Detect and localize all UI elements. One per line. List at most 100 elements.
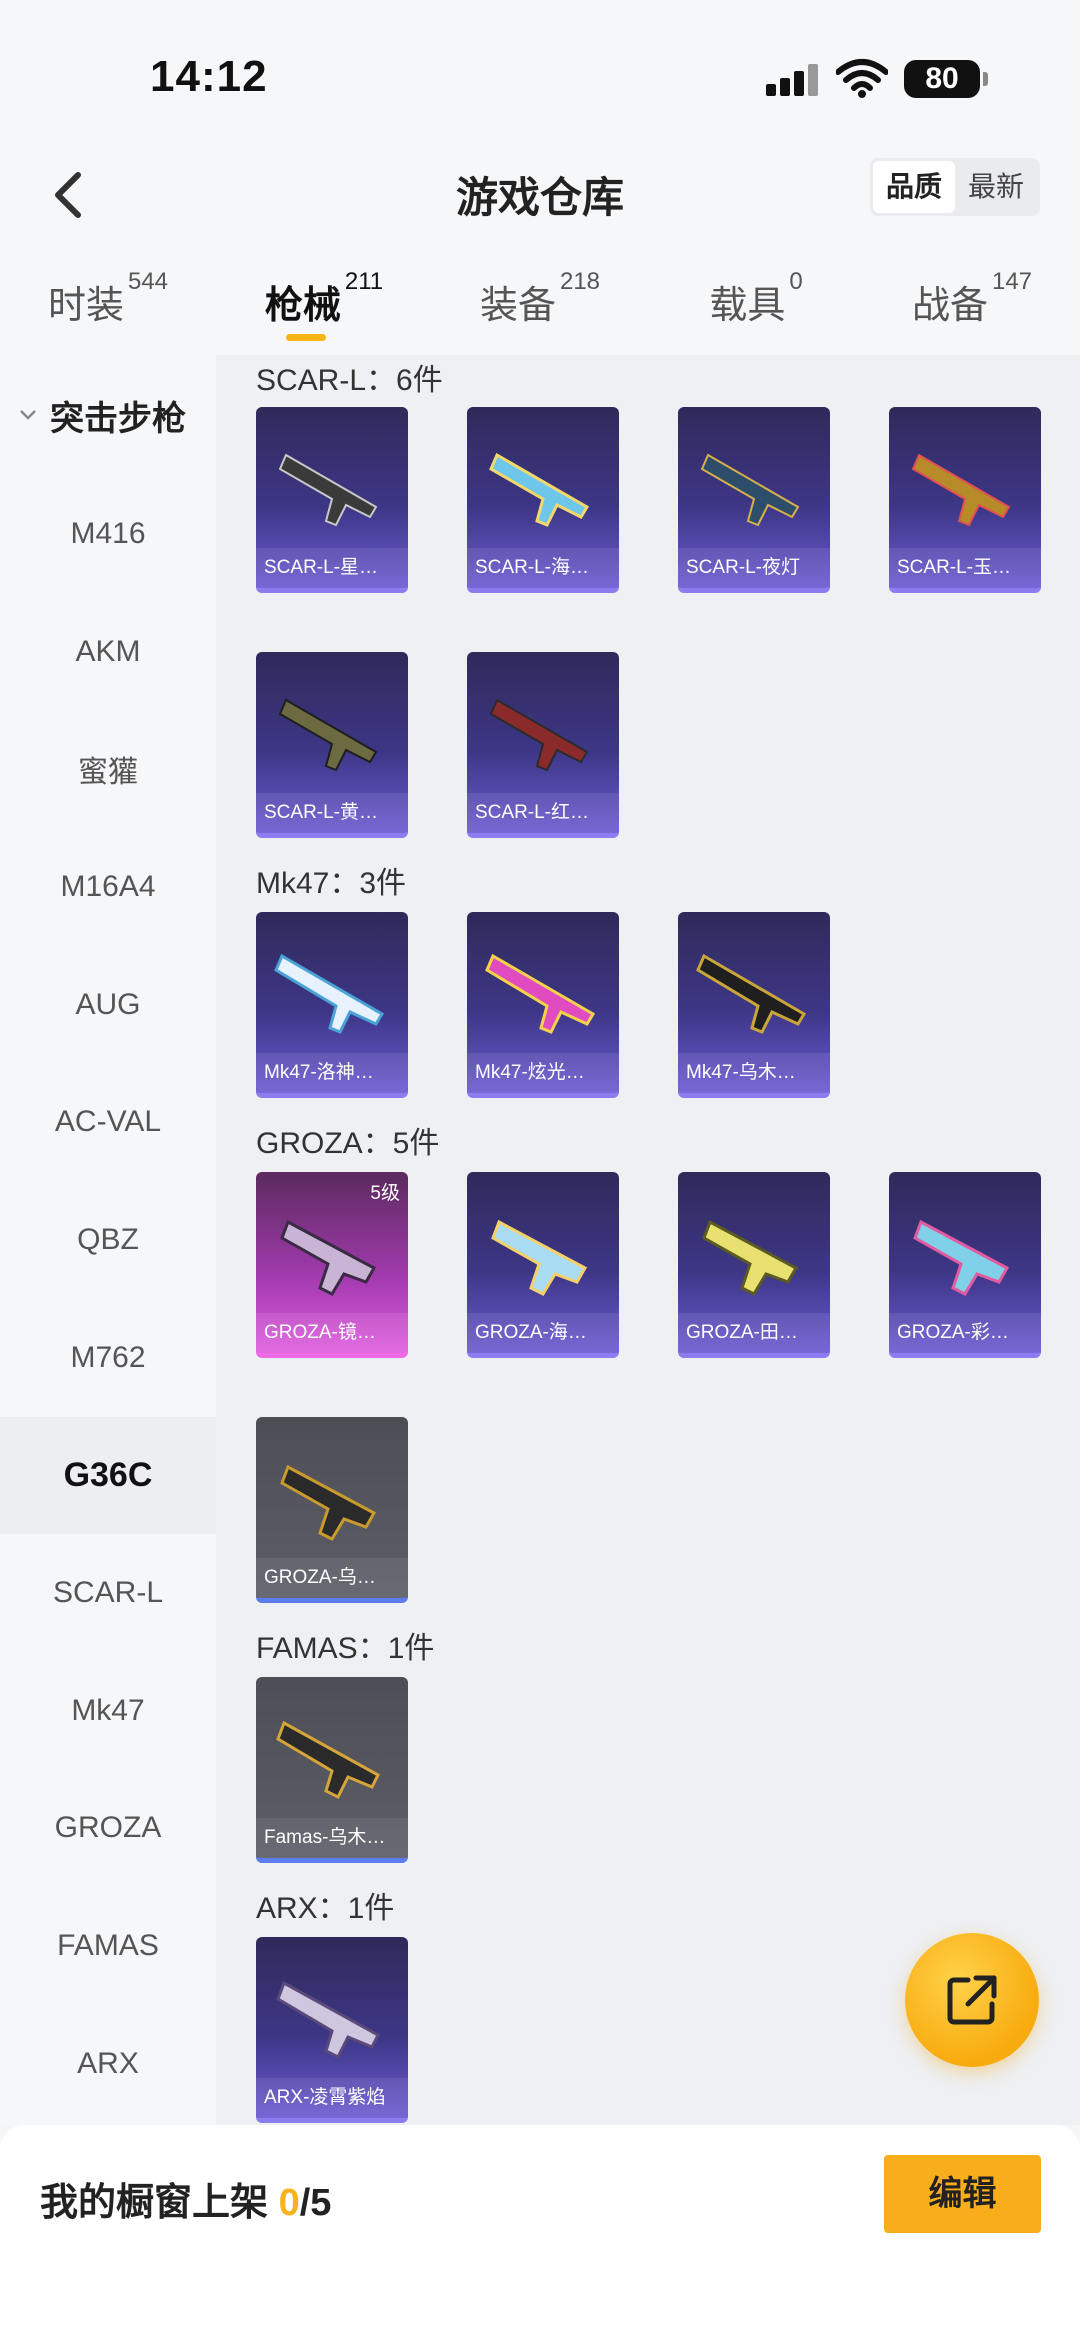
weapon-sidebar: 突击步枪 M416 AKM 蜜獾 M16A4 AUG AC-VAL QBZ M7… — [0, 355, 216, 2125]
sidebar-item-honey-badger[interactable]: 蜜獾 — [0, 710, 216, 828]
sidebar-item-m16a4[interactable]: M16A4 — [0, 828, 216, 946]
header: 游戏仓库 品质 最新 — [0, 140, 1080, 250]
bottom-bar: 我的橱窗上架 0/5 编辑 — [0, 2125, 1080, 2347]
item-card[interactable]: Mk47-炫光… — [467, 912, 619, 1098]
rifle-icon — [280, 1219, 377, 1296]
battery-level: 80 — [925, 62, 959, 95]
item-card-label: SCAR-L-黄… — [256, 793, 408, 833]
rifle-icon — [489, 452, 590, 527]
status-time: 14:12 — [150, 52, 268, 101]
item-card[interactable]: Mk47-洛神… — [256, 912, 408, 1098]
tab-active-indicator — [286, 334, 326, 341]
item-card-label: Mk47-洛神… — [256, 1053, 408, 1093]
signal-icon — [766, 62, 822, 96]
rifle-icon — [913, 1219, 1010, 1296]
category-tabs: 时装544 枪械211 装备218 载具0 战备147 — [0, 250, 1080, 355]
item-card[interactable]: SCAR-L-红… — [467, 652, 619, 838]
tab-label: 时装 — [47, 285, 124, 327]
weapon-grid[interactable]: SCAR-L：6件 SCAR-L-星… SCAR-L-海… SCAR-L-夜灯 … — [216, 355, 1080, 2125]
tab-label: 载具 — [709, 285, 786, 327]
tab-label: 枪械 — [264, 285, 341, 327]
external-link-icon — [947, 1975, 997, 2025]
chevron-down-icon — [20, 410, 36, 420]
item-card-label: GROZA-田… — [678, 1313, 830, 1353]
sidebar-item-aug[interactable]: AUG — [0, 946, 216, 1064]
item-card[interactable]: GROZA-彩… — [889, 1172, 1041, 1358]
rifle-icon — [491, 1219, 588, 1296]
rifle-icon — [911, 453, 1011, 527]
showcase-total: /5 — [299, 2182, 332, 2224]
tab-equipment[interactable]: 装备218 — [432, 250, 648, 355]
item-card[interactable]: SCAR-L-黄… — [256, 652, 408, 838]
item-card-label: GROZA-镜… — [256, 1313, 408, 1353]
item-card[interactable]: SCAR-L-玉… — [889, 407, 1041, 593]
sidebar-item-famas[interactable]: FAMAS — [0, 1887, 216, 2005]
section-title-groza: GROZA：5件 — [256, 1127, 440, 1160]
rifle-icon — [485, 953, 596, 1034]
section-title-scar-l: SCAR-L：6件 — [256, 364, 443, 397]
item-card-label: GROZA-海… — [467, 1313, 619, 1353]
item-card-label: ARX-凌霄紫焰 — [256, 2078, 408, 2118]
sidebar-item-mk47[interactable]: Mk47 — [0, 1652, 216, 1770]
tab-label: 装备 — [479, 285, 556, 327]
item-card-label: SCAR-L-玉… — [889, 548, 1041, 588]
sidebar-category-label: 突击步枪 — [50, 399, 186, 438]
sidebar-item-m416[interactable]: M416 — [0, 475, 216, 593]
item-card-label: SCAR-L-夜灯 — [678, 548, 830, 588]
item-card[interactable]: SCAR-L-星… — [256, 407, 408, 593]
rifle-icon — [702, 1219, 799, 1296]
sidebar-item-akm[interactable]: AKM — [0, 593, 216, 711]
tab-supplies[interactable]: 战备147 — [864, 250, 1080, 355]
rifle-icon — [700, 453, 800, 527]
item-card[interactable]: GROZA-田… — [678, 1172, 830, 1358]
rifle-icon — [489, 698, 589, 772]
item-card[interactable]: ARX-凌霄紫焰 — [256, 1937, 408, 2123]
showcase-count: 0 — [278, 2182, 300, 2224]
tab-fashion[interactable]: 时装544 — [0, 250, 216, 355]
tab-guns[interactable]: 枪械211 — [216, 250, 432, 355]
item-card[interactable]: 5级 GROZA-镜… — [256, 1172, 408, 1358]
sort-quality-button[interactable]: 品质 — [873, 161, 955, 213]
item-card[interactable]: GROZA-海… — [467, 1172, 619, 1358]
item-card-label: Mk47-炫光… — [467, 1053, 619, 1093]
wifi-icon — [836, 59, 888, 98]
sidebar-category-assault-rifle[interactable]: 突击步枪 — [0, 355, 216, 475]
sidebar-item-qbz[interactable]: QBZ — [0, 1181, 216, 1299]
rifle-icon — [278, 453, 378, 527]
item-card-label: SCAR-L-红… — [467, 793, 619, 833]
rifle-icon — [696, 953, 807, 1034]
rifle-icon — [276, 1980, 380, 2060]
rifle-icon — [280, 1464, 377, 1541]
sort-newest-button[interactable]: 最新 — [955, 161, 1037, 213]
sort-toggle[interactable]: 品质 最新 — [870, 158, 1040, 216]
item-card[interactable]: SCAR-L-夜灯 — [678, 407, 830, 593]
tab-label: 战备 — [911, 285, 988, 327]
edit-button[interactable]: 编辑 — [884, 2155, 1041, 2233]
sidebar-item-arx[interactable]: ARX — [0, 2005, 216, 2123]
item-card[interactable]: SCAR-L-海… — [467, 407, 619, 593]
rifle-icon — [278, 698, 378, 772]
rifle-icon — [276, 1720, 380, 1800]
item-card-label: Mk47-乌木… — [678, 1053, 830, 1093]
tab-count: 147 — [991, 268, 1033, 295]
sidebar-item-ac-val[interactable]: AC-VAL — [0, 1063, 216, 1181]
tab-count: 0 — [789, 268, 803, 295]
item-card[interactable]: Famas-乌木… — [256, 1677, 408, 1863]
tab-count: 218 — [559, 268, 601, 295]
section-title-mk47: Mk47：3件 — [256, 867, 407, 900]
section-title-famas: FAMAS：1件 — [256, 1632, 435, 1665]
item-card[interactable]: GROZA-乌… — [256, 1417, 408, 1603]
item-card-label: Famas-乌木… — [256, 1818, 408, 1858]
item-card-label: GROZA-乌… — [256, 1558, 408, 1598]
tab-count: 544 — [127, 268, 169, 295]
share-button[interactable] — [905, 1933, 1039, 2067]
sidebar-item-m762[interactable]: M762 — [0, 1299, 216, 1417]
showcase-label: 我的橱窗上架 — [40, 2182, 279, 2224]
tab-vehicles[interactable]: 载具0 — [648, 250, 864, 355]
rifle-icon — [274, 953, 385, 1034]
sidebar-item-g36c[interactable]: G36C — [0, 1416, 216, 1535]
item-card-label: SCAR-L-海… — [467, 548, 619, 588]
item-card[interactable]: Mk47-乌木… — [678, 912, 830, 1098]
sidebar-item-scar-l[interactable]: SCAR-L — [0, 1534, 216, 1652]
sidebar-item-groza[interactable]: GROZA — [0, 1770, 216, 1888]
